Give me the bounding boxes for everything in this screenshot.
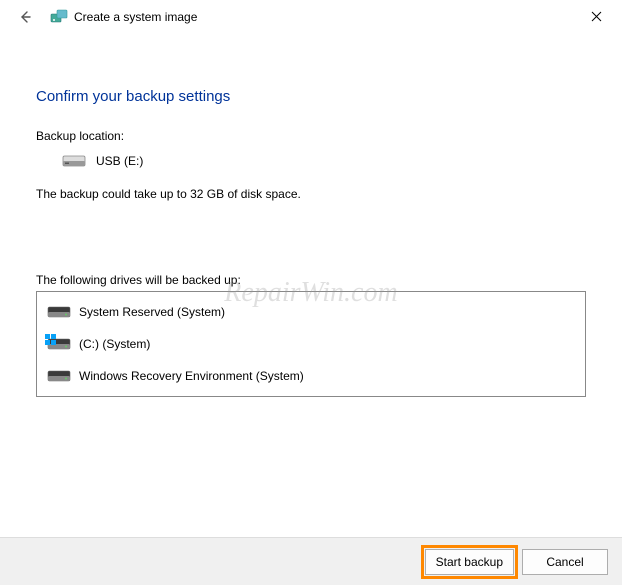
drive-label: Windows Recovery Environment (System) <box>79 369 304 383</box>
drive-label: (C:) (System) <box>79 337 150 351</box>
drive-row: Windows Recovery Environment (System) <box>37 360 585 392</box>
close-icon <box>591 11 602 22</box>
hard-drive-icon <box>47 335 71 353</box>
drive-label: System Reserved (System) <box>79 305 225 319</box>
footer-bar: Start backup Cancel <box>0 537 622 585</box>
drive-row: System Reserved (System) <box>37 296 585 328</box>
backup-location-value: USB (E:) <box>96 154 143 168</box>
window-title: Create a system image <box>74 10 197 24</box>
system-image-icon <box>50 8 68 26</box>
start-backup-button[interactable]: Start backup <box>425 549 514 575</box>
hard-drive-icon <box>47 303 71 321</box>
usb-drive-icon <box>62 153 86 169</box>
windows-logo-icon <box>45 333 57 345</box>
content-area: Confirm your backup settings Backup loca… <box>0 34 622 397</box>
back-button[interactable] <box>12 4 38 30</box>
title-bar: Create a system image <box>0 0 622 34</box>
cancel-button[interactable]: Cancel <box>522 549 608 575</box>
backup-location-label: Backup location: <box>36 129 586 143</box>
arrow-left-icon <box>17 9 33 25</box>
drives-list-label: The following drives will be backed up: <box>36 273 586 287</box>
backup-location-row: USB (E:) <box>62 153 586 169</box>
drives-list: System Reserved (System) (C:) (System) W… <box>36 291 586 397</box>
hard-drive-icon <box>47 367 71 385</box>
drive-row: (C:) (System) <box>37 328 585 360</box>
close-button[interactable] <box>574 2 618 30</box>
page-heading: Confirm your backup settings <box>36 88 586 105</box>
size-note: The backup could take up to 32 GB of dis… <box>36 187 586 201</box>
